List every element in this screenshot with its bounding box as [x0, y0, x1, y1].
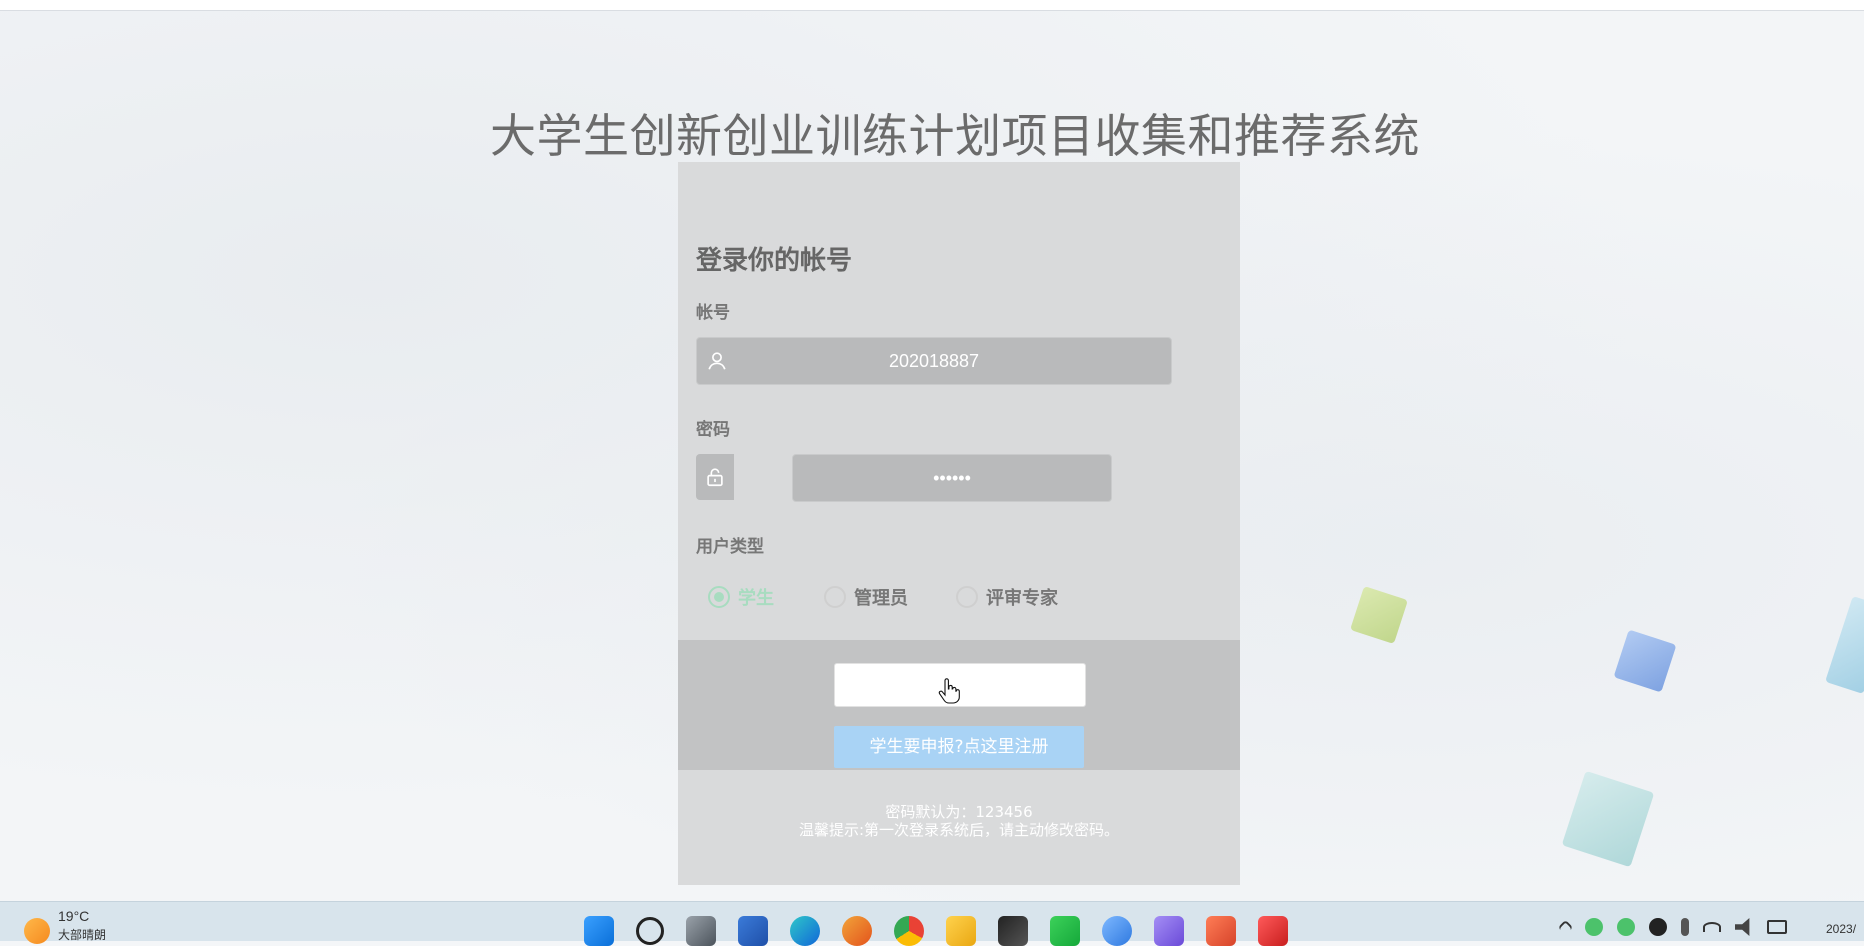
account-value: 202018887 — [888, 351, 980, 371]
browser-top-edge — [0, 0, 1864, 11]
wifi-icon[interactable] — [1703, 922, 1721, 932]
account-input[interactable]: 202018887 — [696, 337, 1172, 385]
weather-description: 大部晴朗 — [58, 928, 107, 942]
login-notes: 密码默认为：123456 温馨提示:第一次登录系统后，请主动修改密码。 — [678, 803, 1240, 839]
password-label: 密码 — [696, 420, 730, 440]
microphone-icon[interactable] — [1681, 918, 1689, 936]
clock[interactable]: 2023/ — [1826, 922, 1856, 936]
radio-student-label: 学生 — [738, 588, 774, 609]
system-tray — [1557, 918, 1787, 936]
radio-student[interactable]: 学生 — [708, 582, 774, 612]
radio-reviewer-label: 评审专家 — [986, 588, 1058, 609]
user-type-group: 学生 管理员 评审专家 — [708, 582, 1208, 612]
password-value: •••••• — [933, 468, 971, 488]
volume-icon[interactable] — [1735, 918, 1750, 936]
login-card: 登录你的帐号 帐号 202018887 密码 •••••• 用户类型 学生 管理… — [678, 162, 1240, 885]
radio-dot — [956, 586, 978, 608]
qq-icon[interactable] — [1649, 918, 1667, 936]
windows-start-icon[interactable] — [584, 916, 614, 946]
chrome-icon[interactable] — [894, 916, 924, 946]
chevron-up-icon[interactable] — [1557, 919, 1574, 935]
app-icon[interactable] — [1206, 916, 1236, 946]
computer-icon[interactable] — [738, 916, 768, 946]
folder-icon[interactable] — [946, 916, 976, 946]
wps-icon[interactable] — [1258, 916, 1288, 946]
lock-icon — [696, 454, 734, 500]
battery-icon[interactable] — [1767, 920, 1787, 934]
login-heading: 登录你的帐号 — [696, 246, 853, 276]
ie-browser-icon[interactable] — [842, 916, 872, 946]
login-button[interactable] — [834, 663, 1086, 707]
default-password-note: 密码默认为：123456 — [885, 803, 1033, 821]
ide-icon[interactable] — [998, 916, 1028, 946]
radio-dot — [708, 586, 730, 608]
weather-widget[interactable]: 19°C 大部晴朗 — [24, 908, 106, 944]
page-title: 大学生创新创业训练计划项目收集和推荐系统 — [490, 109, 1420, 163]
taskbar-apps — [584, 916, 1288, 946]
edge-browser-icon[interactable] — [790, 916, 820, 946]
password-input[interactable]: •••••• — [792, 454, 1112, 502]
task-view-icon[interactable] — [686, 916, 716, 946]
register-button[interactable]: 学生要申报?点这里注册 — [834, 726, 1084, 768]
radio-admin[interactable]: 管理员 — [824, 582, 908, 612]
wechat-tray-icon[interactable] — [1617, 918, 1635, 936]
taskbar: 19°C 大部晴朗 2023/ — [0, 901, 1864, 946]
radio-admin-label: 管理员 — [854, 588, 908, 609]
weather-sun-icon — [24, 918, 50, 944]
radio-reviewer[interactable]: 评审专家 — [956, 582, 1058, 612]
wechat-tray-icon[interactable] — [1585, 918, 1603, 936]
hand-cursor-icon — [938, 678, 960, 709]
first-login-tip: 温馨提示:第一次登录系统后，请主动修改密码。 — [798, 821, 1120, 839]
user-type-label: 用户类型 — [696, 537, 764, 557]
search-icon[interactable] — [636, 917, 664, 945]
account-label: 帐号 — [696, 303, 730, 323]
app-icon[interactable] — [1154, 916, 1184, 946]
radio-dot — [824, 586, 846, 608]
wechat-icon[interactable] — [1050, 916, 1080, 946]
weather-temperature: 19°C — [58, 908, 90, 924]
app-icon[interactable] — [1102, 916, 1132, 946]
